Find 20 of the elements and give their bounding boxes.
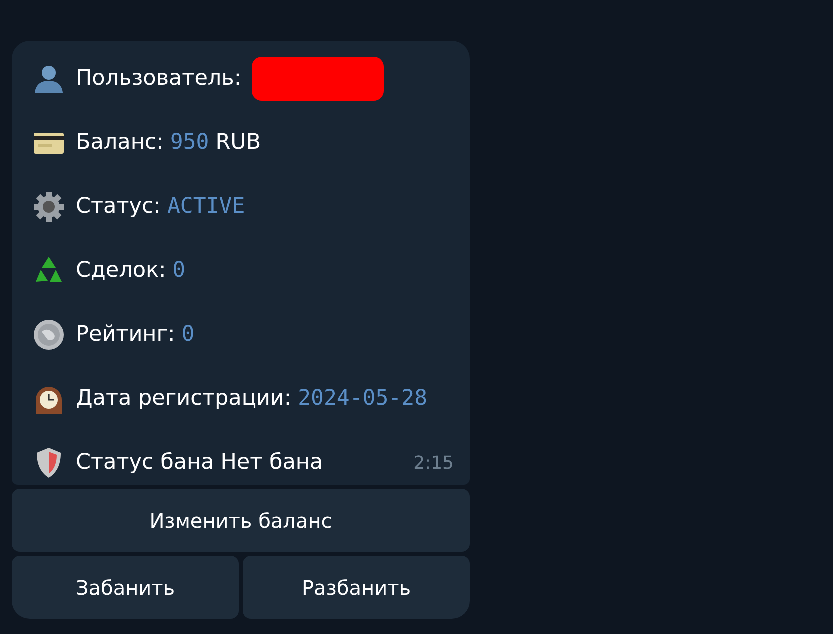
field-value: ACTIVE [167,192,246,221]
field-label: Баланс: [76,128,164,157]
field-value: 2024-05-28 [298,384,428,413]
field-value: Нет бана [220,448,324,477]
field-label: Статус бана [76,448,214,477]
field-label: Пользователь: [76,64,242,93]
message-time: 2:15 [414,452,454,476]
field-value: 0 [182,320,195,349]
field-label: Рейтинг: [76,320,176,349]
field-label: Дата регистрации: [76,384,292,413]
field-label: Сделок: [76,256,166,285]
keyboard-button[interactable]: Забанить [12,556,239,619]
field-label: Статус: [76,192,162,221]
gear-icon [32,190,66,224]
keyboard-button[interactable]: Изменить баланс [12,489,470,552]
keyboard-button[interactable]: Разбанить [243,556,470,619]
field-value: RUB [216,128,262,157]
field-value: 950 [170,128,210,157]
field-value: 0 [172,256,186,285]
coin-icon [32,318,66,352]
